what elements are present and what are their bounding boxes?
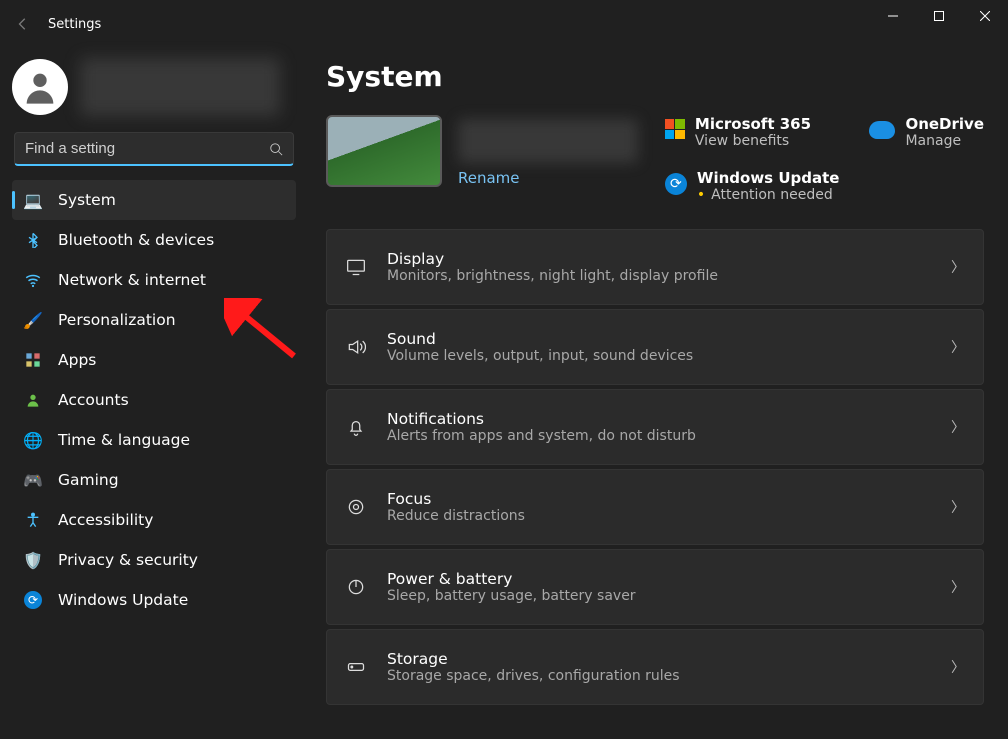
card-sub: Sleep, battery usage, battery saver (387, 588, 931, 604)
back-icon[interactable] (16, 17, 30, 31)
sidebar-item-update[interactable]: ⟳ Windows Update (12, 580, 296, 620)
sidebar-item-label: Accessibility (58, 511, 153, 529)
device-name-redacted (458, 119, 638, 163)
card-display[interactable]: DisplayMonitors, brightness, night light… (326, 229, 984, 305)
sidebar-item-time[interactable]: 🌐 Time & language (12, 420, 296, 460)
card-title: Focus (387, 490, 931, 508)
sidebar-item-label: System (58, 191, 116, 209)
onedrive-icon (869, 121, 895, 139)
promo-ms365[interactable]: Microsoft 365 View benefits (665, 115, 840, 149)
sidebar-item-label: Accounts (58, 391, 129, 409)
card-sound[interactable]: SoundVolume levels, output, input, sound… (326, 309, 984, 385)
minimize-button[interactable] (870, 0, 916, 32)
search-input[interactable] (25, 140, 269, 157)
main: System Rename Microsoft 365 View benefit… (308, 48, 1008, 739)
card-title: Notifications (387, 410, 931, 428)
sidebar-item-bluetooth[interactable]: Bluetooth & devices (12, 220, 296, 260)
card-sub: Monitors, brightness, night light, displ… (387, 268, 931, 284)
search-box[interactable] (14, 132, 294, 166)
bluetooth-icon (24, 231, 42, 249)
page-title: System (326, 60, 984, 93)
chevron-right-icon: 〉 (951, 577, 965, 597)
hero: Rename Microsoft 365 View benefits ⟳ (326, 115, 984, 203)
profile-name-redacted (80, 58, 280, 116)
card-title: Display (387, 250, 931, 268)
card-notifications[interactable]: NotificationsAlerts from apps and system… (326, 389, 984, 465)
sidebar-item-label: Privacy & security (58, 551, 198, 569)
cards: DisplayMonitors, brightness, night light… (326, 229, 984, 705)
promo-update-sub: Attention needed (697, 187, 840, 203)
chevron-right-icon: 〉 (951, 657, 965, 677)
card-sub: Reduce distractions (387, 508, 931, 524)
gaming-icon: 🎮 (24, 471, 42, 489)
nav: 💻 System Bluetooth & devices Network & inte… (8, 180, 300, 620)
ms365-icon (665, 119, 685, 139)
focus-icon (345, 497, 367, 517)
sidebar-item-label: Apps (58, 351, 96, 369)
device-block: Rename (326, 115, 638, 187)
accounts-icon (24, 391, 42, 409)
card-power[interactable]: Power & batterySleep, battery usage, bat… (326, 549, 984, 625)
chevron-right-icon: 〉 (951, 257, 965, 277)
avatar (12, 59, 68, 115)
card-storage[interactable]: StorageStorage space, drives, configurat… (326, 629, 984, 705)
promo-onedrive-sub: Manage (905, 133, 984, 149)
device-wallpaper[interactable] (326, 115, 442, 187)
privacy-icon: 🛡️ (24, 551, 42, 569)
promo-ms365-title: Microsoft 365 (695, 115, 811, 133)
time-icon: 🌐 (24, 431, 42, 449)
card-sub: Storage space, drives, configuration rul… (387, 668, 931, 684)
sidebar-item-accounts[interactable]: Accounts (12, 380, 296, 420)
sidebar-item-label: Personalization (58, 311, 176, 329)
card-title: Storage (387, 650, 931, 668)
window-title: Settings (48, 17, 101, 32)
card-sub: Volume levels, output, input, sound devi… (387, 348, 931, 364)
profile[interactable] (8, 54, 300, 132)
promo-update-title: Windows Update (697, 169, 840, 187)
accessibility-icon (24, 511, 42, 529)
power-icon (345, 577, 367, 597)
system-icon: 💻 (24, 191, 42, 209)
sidebar-item-label: Time & language (58, 431, 190, 449)
sidebar-item-personalization[interactable]: 🖌️ Personalization (12, 300, 296, 340)
sidebar-item-gaming[interactable]: 🎮 Gaming (12, 460, 296, 500)
apps-icon (24, 351, 42, 369)
promo-update[interactable]: ⟳ Windows Update Attention needed (665, 169, 840, 203)
sidebar-item-apps[interactable]: Apps (12, 340, 296, 380)
rename-link[interactable]: Rename (458, 169, 520, 187)
search-icon (269, 142, 283, 156)
card-title: Sound (387, 330, 931, 348)
sidebar-item-label: Gaming (58, 471, 119, 489)
sidebar-item-privacy[interactable]: 🛡️ Privacy & security (12, 540, 296, 580)
close-button[interactable] (962, 0, 1008, 32)
card-title: Power & battery (387, 570, 931, 588)
sidebar-item-label: Windows Update (58, 591, 188, 609)
titlebar: Settings (0, 0, 1008, 48)
network-icon (24, 271, 42, 289)
update-icon: ⟳ (24, 591, 42, 609)
chevron-right-icon: 〉 (951, 337, 965, 357)
sidebar: 💻 System Bluetooth & devices Network & inte… (0, 48, 308, 739)
sidebar-item-system[interactable]: 💻 System (12, 180, 296, 220)
chevron-right-icon: 〉 (951, 417, 965, 437)
sidebar-item-label: Network & internet (58, 271, 206, 289)
promo-onedrive[interactable]: OneDrive Manage (869, 115, 984, 203)
promo-onedrive-title: OneDrive (905, 115, 984, 133)
card-focus[interactable]: FocusReduce distractions 〉 (326, 469, 984, 545)
maximize-button[interactable] (916, 0, 962, 32)
card-sub: Alerts from apps and system, do not dist… (387, 428, 931, 444)
personalization-icon: 🖌️ (24, 311, 42, 329)
promo-ms365-sub: View benefits (695, 133, 811, 149)
sidebar-item-label: Bluetooth & devices (58, 231, 214, 249)
storage-icon (345, 657, 367, 677)
sidebar-item-accessibility[interactable]: Accessibility (12, 500, 296, 540)
sound-icon (345, 337, 367, 357)
display-icon (345, 257, 367, 277)
update-icon: ⟳ (665, 173, 687, 195)
chevron-right-icon: 〉 (951, 497, 965, 517)
sidebar-item-network[interactable]: Network & internet (12, 260, 296, 300)
notifications-icon (345, 417, 367, 437)
